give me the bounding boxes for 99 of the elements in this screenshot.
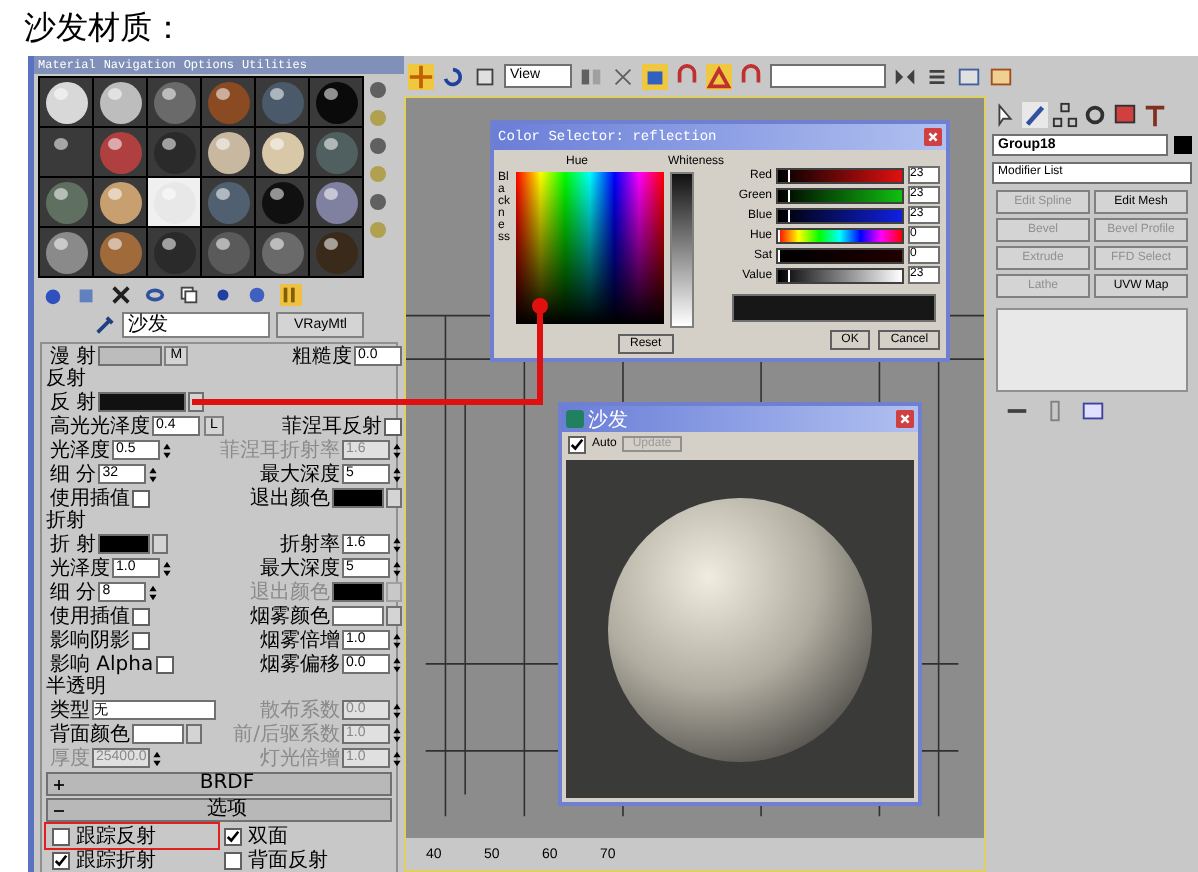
checkbox[interactable] xyxy=(132,489,150,507)
spinner-label: 菲涅耳折射率 xyxy=(220,439,340,461)
hierarchy-icon[interactable] xyxy=(1052,102,1078,128)
magnet-icon[interactable] xyxy=(674,63,700,89)
rotate-icon[interactable] xyxy=(440,63,466,89)
group-title: 半透明 xyxy=(46,676,108,698)
spinner-label: 折射率 xyxy=(280,533,340,555)
spinner-label: 最大深度 xyxy=(260,557,340,579)
color-label: 背面颜色 xyxy=(50,723,130,745)
checkbox-label: 使用插值 xyxy=(50,605,130,627)
selection-set-field[interactable] xyxy=(770,64,886,88)
spinner-arrows-icon[interactable] xyxy=(392,725,402,743)
spinner-label: 前/后驱系数 xyxy=(233,723,340,745)
spinner-label: 光泽度 xyxy=(50,439,110,461)
checkbox[interactable] xyxy=(384,417,402,435)
checkbox[interactable] xyxy=(224,851,242,869)
spinner-arrows-icon[interactable] xyxy=(148,465,159,483)
diffuse-color-swatch[interactable] xyxy=(98,346,163,366)
checkbox[interactable] xyxy=(52,851,70,869)
hammer-icon[interactable] xyxy=(1142,102,1168,128)
checkbox-label: 跟踪折射 xyxy=(76,849,156,871)
checkbox-label: 背面反射 xyxy=(248,849,328,871)
spinner-arrows-icon[interactable] xyxy=(392,655,402,673)
checkbox-label: 使用插值 xyxy=(50,487,130,509)
color-label: 反 射 xyxy=(50,391,97,413)
spinner-arrows-icon[interactable] xyxy=(152,749,163,767)
spinner-arrows-icon[interactable] xyxy=(392,559,402,577)
checkbox[interactable] xyxy=(224,827,242,845)
spinner-arrows-icon[interactable] xyxy=(392,441,402,459)
rollout-sign-icon xyxy=(54,805,64,815)
auto-checkbox[interactable] xyxy=(568,435,586,453)
material-name-field[interactable]: 沙发 xyxy=(122,312,270,338)
delete-x-icon[interactable] xyxy=(110,284,132,306)
spinner-label: 烟雾偏移 xyxy=(260,653,340,675)
move-icon[interactable] xyxy=(408,63,434,89)
value-slider[interactable] xyxy=(776,267,905,283)
color-label: 退出颜色 xyxy=(250,581,330,603)
copy-icon[interactable] xyxy=(178,284,200,306)
spinner-label: 细 分 xyxy=(50,463,97,485)
color-label: 退出颜色 xyxy=(250,487,330,509)
spinner-label: 细 分 xyxy=(50,581,97,603)
spinner-label: 光泽度 xyxy=(50,557,110,579)
window-title: 沙发 xyxy=(588,407,630,433)
spinner-arrows-icon[interactable] xyxy=(392,749,402,767)
caption: 沙发材质： xyxy=(22,6,186,50)
eyedropper-icon[interactable] xyxy=(94,314,116,336)
spinner-label: 高光光泽度 xyxy=(50,415,150,437)
checkbox[interactable] xyxy=(155,655,174,673)
hue-slider[interactable] xyxy=(776,227,905,243)
color-swatch[interactable] xyxy=(98,534,151,554)
checkbox-label: 菲涅耳反射 xyxy=(282,415,382,437)
roughness-label: 粗糙度 xyxy=(292,345,352,367)
checkbox[interactable] xyxy=(52,827,70,845)
bars-icon[interactable] xyxy=(280,284,302,306)
checkbox-label: 影响 Alpha xyxy=(50,653,154,675)
checkbox-label: 影响阴影 xyxy=(50,629,130,651)
close-icon[interactable] xyxy=(924,128,942,146)
color-swatch[interactable] xyxy=(98,392,187,412)
spinner-arrows-icon[interactable] xyxy=(162,441,172,459)
rollout-sign-icon xyxy=(54,779,64,789)
motion-circle-icon[interactable] xyxy=(1082,102,1108,128)
spinner-arrows-icon[interactable] xyxy=(392,631,402,649)
close-icon[interactable] xyxy=(896,410,914,428)
group-title: 折射 xyxy=(46,510,88,532)
spinner-label: 散布系数 xyxy=(260,699,340,721)
app-icon xyxy=(566,410,584,428)
spinner-arrows-icon[interactable] xyxy=(162,559,172,577)
spinner-arrows-icon[interactable] xyxy=(148,583,159,601)
checkbox-label: 跟踪反射 xyxy=(76,825,156,847)
magnet-icon[interactable] xyxy=(738,63,764,89)
diffuse-label: 漫 射 xyxy=(50,345,97,367)
rollout-header[interactable]: 选项 xyxy=(46,798,392,822)
spinner-label: 最大深度 xyxy=(260,463,340,485)
whiteness-strip[interactable] xyxy=(670,172,694,328)
color-swatch[interactable] xyxy=(132,724,184,744)
map-slot-button[interactable] xyxy=(186,724,202,744)
checkbox-label: 双面 xyxy=(248,825,288,847)
object-color-swatch[interactable] xyxy=(1174,136,1192,154)
spinner-label: 厚度 xyxy=(50,747,90,769)
spinner-arrows-icon[interactable] xyxy=(392,535,402,553)
spinner-label: 灯光倍增 xyxy=(260,747,340,769)
saturation-slider[interactable] xyxy=(776,247,905,263)
spinner-arrows-icon[interactable] xyxy=(392,465,402,483)
color-label: 烟雾颜色 xyxy=(250,605,330,627)
circle-icon[interactable] xyxy=(212,284,234,306)
checkbox[interactable] xyxy=(132,607,150,625)
group-title: 反射 xyxy=(46,368,88,390)
hue-blackness-square[interactable] xyxy=(516,172,664,324)
spinner-label: 烟雾倍增 xyxy=(260,629,340,651)
color-swatch[interactable] xyxy=(332,606,384,626)
bent-rod-icon[interactable] xyxy=(1022,102,1048,128)
window-icon[interactable] xyxy=(956,63,982,89)
color-swatch[interactable] xyxy=(332,488,384,508)
rollout-header[interactable]: BRDF xyxy=(46,772,392,796)
checkbox[interactable] xyxy=(132,631,150,649)
scale-icon[interactable] xyxy=(472,63,498,89)
spinner-arrows-icon[interactable] xyxy=(392,701,402,719)
dropdown-label: 类型 xyxy=(50,699,90,721)
color-label: 折 射 xyxy=(50,533,97,555)
